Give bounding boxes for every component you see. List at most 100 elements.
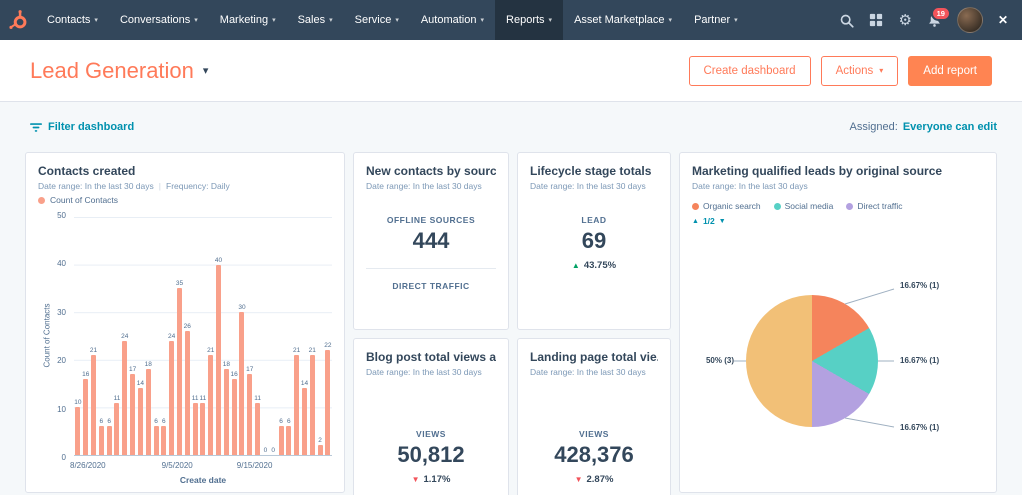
trend-down-icon: ▼ bbox=[575, 476, 583, 484]
filter-label: Filter dashboard bbox=[48, 121, 134, 133]
nav-item-label: Automation bbox=[421, 14, 477, 26]
trend-down-icon: ▼ bbox=[412, 476, 420, 484]
legend-label: Organic search bbox=[703, 201, 761, 211]
legend-label: Count of Contacts bbox=[50, 195, 118, 205]
x-axis-title: Create date bbox=[74, 475, 332, 485]
metric-label: VIEWS bbox=[518, 429, 670, 439]
legend-label: Direct traffic bbox=[857, 201, 902, 211]
dashboard-selector-caret-icon[interactable]: ▾ bbox=[203, 64, 209, 77]
card-landing-page-total-views: Landing page total vie... Date range: In… bbox=[517, 338, 671, 495]
nav-item-marketing[interactable]: Marketing ▾ bbox=[209, 0, 287, 40]
pie-legend: Organic search Social media Direct traff… bbox=[680, 191, 996, 211]
button-label: Add report bbox=[923, 65, 977, 77]
chart-legend: Count of Contacts bbox=[38, 195, 118, 205]
page-up-icon[interactable]: ▲ bbox=[692, 218, 699, 225]
page-title: Lead Generation bbox=[30, 58, 194, 84]
sprocket-icon bbox=[8, 10, 28, 30]
card-contacts-created: Contacts created Date range: In the last… bbox=[25, 152, 345, 493]
legend-pagination[interactable]: ▲ 1/2 ▼ bbox=[680, 211, 996, 226]
metric-block: VIEWS 50,812 ▼ 1.17% bbox=[354, 429, 508, 485]
frequency-label: Frequency: Daily bbox=[166, 181, 230, 191]
dashboard-header: Lead Generation ▾ Create dashboard Actio… bbox=[0, 40, 1022, 102]
button-label: Create dashboard bbox=[704, 65, 796, 77]
hubspot-logo-icon[interactable] bbox=[0, 0, 36, 40]
settings-gear-icon[interactable]: ⚙ bbox=[898, 13, 911, 28]
chevron-down-icon: ▾ bbox=[481, 16, 485, 24]
nav-item-label: Contacts bbox=[47, 14, 90, 26]
delta-value: 2.87% bbox=[586, 474, 613, 485]
metric-value: 428,376 bbox=[518, 442, 670, 468]
nav-item-service[interactable]: Service▾ bbox=[344, 0, 410, 40]
nav-item-label: Asset Marketplace bbox=[574, 14, 664, 26]
card-title: Landing page total vie... bbox=[530, 350, 658, 364]
chevron-down-icon: ▾ bbox=[669, 16, 673, 24]
marketplace-grid-icon[interactable] bbox=[869, 13, 883, 27]
button-label: Actions bbox=[836, 65, 874, 77]
metric-value: 50,812 bbox=[354, 442, 508, 468]
metric-block: LEAD 69 ▲ 43.75% bbox=[518, 215, 670, 271]
nav-item-sales[interactable]: Sales▾ bbox=[287, 0, 344, 40]
divider bbox=[366, 268, 496, 269]
user-avatar[interactable] bbox=[957, 7, 983, 33]
filter-bar: Filter dashboard Assigned: Everyone can … bbox=[30, 114, 997, 140]
x-axis-ticks: 8/26/2020 9/5/2020 9/15/2020 bbox=[74, 461, 332, 471]
divider: | bbox=[159, 181, 161, 191]
metric-block: VIEWS 428,376 ▼ 2.87% bbox=[518, 429, 670, 485]
card-title: New contacts by source bbox=[366, 164, 496, 178]
date-range-label: Date range: In the last 30 days bbox=[692, 181, 984, 191]
legend-dot bbox=[774, 203, 781, 210]
bar-series: 1016216611241714186624352611112140181630… bbox=[74, 217, 332, 455]
legend-item: Social media bbox=[774, 201, 834, 211]
actions-button[interactable]: Actions▾ bbox=[821, 56, 899, 86]
nav-item-partner[interactable]: Partner▾ bbox=[683, 0, 749, 40]
date-range-label: Date range: In the last 30 days bbox=[530, 181, 658, 191]
trend-up-icon: ▲ bbox=[572, 262, 580, 270]
create-dashboard-button[interactable]: Create dashboard bbox=[689, 56, 811, 86]
metric-delta: ▲ 43.75% bbox=[518, 260, 670, 271]
legend-dot bbox=[38, 197, 45, 204]
chevron-down-icon: ▾ bbox=[194, 16, 198, 24]
metric-value: 69 bbox=[518, 228, 670, 254]
metric-value: 444 bbox=[354, 228, 508, 254]
filter-dashboard-link[interactable]: Filter dashboard bbox=[30, 121, 134, 133]
search-icon[interactable] bbox=[839, 13, 854, 28]
assigned-label: Assigned: bbox=[850, 121, 898, 133]
card-title: Blog post total views a... bbox=[366, 350, 496, 364]
y-axis-ticks: 50403020100 bbox=[40, 211, 66, 462]
chevron-down-icon: ▾ bbox=[734, 16, 738, 24]
nav-item-label: Conversations bbox=[120, 14, 190, 26]
nav-utilities: ⚙ 19 ✕ bbox=[839, 0, 1022, 40]
chevron-down-icon: ▾ bbox=[272, 16, 276, 24]
nav-item-reports[interactable]: Reports▾ bbox=[495, 0, 563, 40]
card-title: Marketing qualified leads by original so… bbox=[692, 164, 984, 178]
notifications-bell-icon[interactable]: 19 bbox=[927, 13, 942, 28]
assigned-value-link[interactable]: Everyone can edit bbox=[903, 121, 997, 133]
card-lifecycle-stage-totals: Lifecycle stage totals Date range: In th… bbox=[517, 152, 671, 330]
card-mql-by-original-source: Marketing qualified leads by original so… bbox=[679, 152, 997, 493]
legend-dot bbox=[692, 203, 699, 210]
metric-label: VIEWS bbox=[354, 429, 508, 439]
legend-dot bbox=[846, 203, 853, 210]
pie-slice-label: 16.67% (1) bbox=[900, 281, 939, 290]
add-report-button[interactable]: Add report bbox=[908, 56, 992, 86]
x-tick: 9/15/2020 bbox=[237, 461, 273, 470]
page-indicator: 1/2 bbox=[703, 216, 715, 226]
nav-item-automation[interactable]: Automation ▾ bbox=[410, 0, 495, 40]
metric-label: DIRECT TRAFFIC bbox=[354, 281, 508, 291]
nav-item-conversations[interactable]: Conversations ▾ bbox=[109, 0, 209, 40]
legend-label: Social media bbox=[785, 201, 834, 211]
pie-slice-label: 16.67% (1) bbox=[900, 356, 939, 365]
nav-item-asset-marketplace[interactable]: Asset Marketplace ▾ bbox=[563, 0, 683, 40]
bar-chart-plot: 1016216611241714186624352611112140181630… bbox=[74, 217, 332, 456]
delta-value: 43.75% bbox=[584, 260, 616, 271]
legend-item: Direct traffic bbox=[846, 201, 902, 211]
header-actions: Create dashboard Actions▾ Add report bbox=[689, 56, 993, 86]
delta-value: 1.17% bbox=[423, 474, 450, 485]
page-down-icon[interactable]: ▼ bbox=[719, 218, 726, 225]
card-blog-post-total-views: Blog post total views a... Date range: I… bbox=[353, 338, 509, 495]
close-icon[interactable]: ✕ bbox=[998, 13, 1008, 27]
nav-item-contacts[interactable]: Contacts▾ bbox=[36, 0, 109, 40]
metric-block: OFFLINE SOURCES 444 bbox=[354, 215, 508, 254]
nav-item-label: Marketing bbox=[220, 14, 268, 26]
nav-item-label: Service bbox=[355, 14, 392, 26]
